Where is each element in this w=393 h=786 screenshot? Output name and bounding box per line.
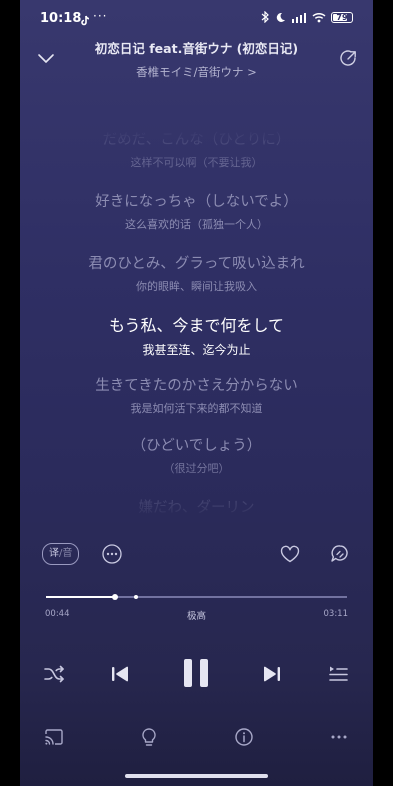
cast-button[interactable] [44,728,64,746]
lyric-translation: 这么喜欢的话（孤独一个人） [125,218,268,231]
wifi-icon [312,12,326,23]
signal-icon [291,12,307,23]
like-button[interactable] [279,543,301,565]
lyric-original: 生きてきたのかさえ分からない [95,378,298,394]
lyric-original: 好きになっちゃ（しないでよ） [95,194,298,210]
lyric-translation: 这样不可以啊（不要让我） [130,156,263,169]
share-button[interactable] [337,48,359,70]
lyric-line[interactable]: （ひどいでしょう） （很过分吧） [20,434,373,476]
lyric-translation: （很过分吧） [163,462,230,475]
info-button[interactable] [234,727,254,747]
chevron-down-icon [38,54,54,63]
status-more-indicator: ··· [93,9,108,23]
home-indicator[interactable] [125,774,268,778]
pause-button[interactable] [182,656,210,690]
total-time: 03:11 [323,609,349,619]
previous-button[interactable] [108,662,132,686]
translation-toggle[interactable]: 译/音 [42,543,80,565]
progress-thumb[interactable] [112,594,119,600]
tiktok-icon [79,12,91,26]
phonetic-label: 音 [62,548,73,559]
next-icon [263,666,280,682]
status-bar: 10:18 ··· 79 [20,0,373,38]
comment-icon [331,545,348,562]
lyric-line[interactable]: だめだ、こんな（ひとりに） 这样不可以啊（不要让我） [20,128,373,170]
heart-icon [280,545,300,563]
lyric-line[interactable]: 好きになっちゃ（しないでよ） 这么喜欢的话（孤独一个人） [20,190,373,232]
cast-icon [45,729,63,745]
share-icon [340,50,356,66]
idea-button[interactable] [140,727,158,747]
lyric-line[interactable]: 君のひとみ、グラって吸い込まれ 你的眼眸、瞬间让我吸入 [20,252,373,294]
bottom-more-button[interactable] [328,727,350,747]
lyric-line[interactable]: 生きてきたのかさえ分からない 我是如何活下来的都不知道 [20,374,373,416]
collapse-button[interactable] [34,48,58,68]
more-button[interactable] [101,543,123,565]
shuffle-icon [44,665,64,683]
player-screen: 10:18 ··· 79 初恋日记 feat.音街ウナ (初恋日记) 香椎モイミ… [20,0,373,786]
moon-icon [275,12,286,23]
bluetooth-icon [261,11,270,23]
lyric-line[interactable]: 嫌だわ、ダーリン [20,496,373,517]
progress-fill [46,596,116,598]
lyric-translation: 我甚至连、迄今为止 [142,343,251,357]
quality-label[interactable]: 极高 [20,608,373,622]
lyric-original: もう私、今まで何をして [108,316,285,335]
lyric-translation: 你的眼眸、瞬间让我吸入 [136,280,257,293]
battery-level: 79 [336,12,348,22]
lyric-original: （ひどいでしょう） [131,438,262,454]
info-icon [235,728,253,746]
lyric-original: だめだ、こんな（ひとりに） [102,132,291,148]
lyric-original: 嫌だわ、ダーリン [138,500,255,516]
song-title: 初恋日记 feat.音街ウナ (初恋日记) [94,41,299,56]
shuffle-button[interactable] [42,662,66,686]
lyric-translation: 我是如何活下来的都不知道 [130,402,263,415]
next-button[interactable] [260,662,284,686]
status-time: 10:18 [40,11,82,26]
progress-bar[interactable] [46,594,347,600]
battery-icon: 79 [331,11,353,23]
progress-marker [134,595,139,599]
song-artist-link[interactable]: 香椎モイミ/音街ウナ > [70,64,323,80]
comment-button[interactable] [329,543,351,565]
playlist-button[interactable] [326,662,350,686]
previous-icon [112,666,129,682]
translation-label: 译 [49,548,59,559]
status-icons: 79 [261,11,353,23]
lightbulb-icon [142,728,156,746]
lyrics-panel[interactable]: だめだ、こんな（ひとりに） 这样不可以啊（不要让我） 好きになっちゃ（しないでよ… [20,128,373,520]
pause-icon [184,659,208,687]
playlist-icon [329,666,348,681]
more-icon [102,544,122,564]
lyric-line-current[interactable]: もう私、今まで何をして 我甚至连、迄今为止 [20,312,373,358]
lyric-original: 君のひとみ、グラって吸い込まれ [88,256,305,272]
more-horizontal-icon [331,735,347,739]
